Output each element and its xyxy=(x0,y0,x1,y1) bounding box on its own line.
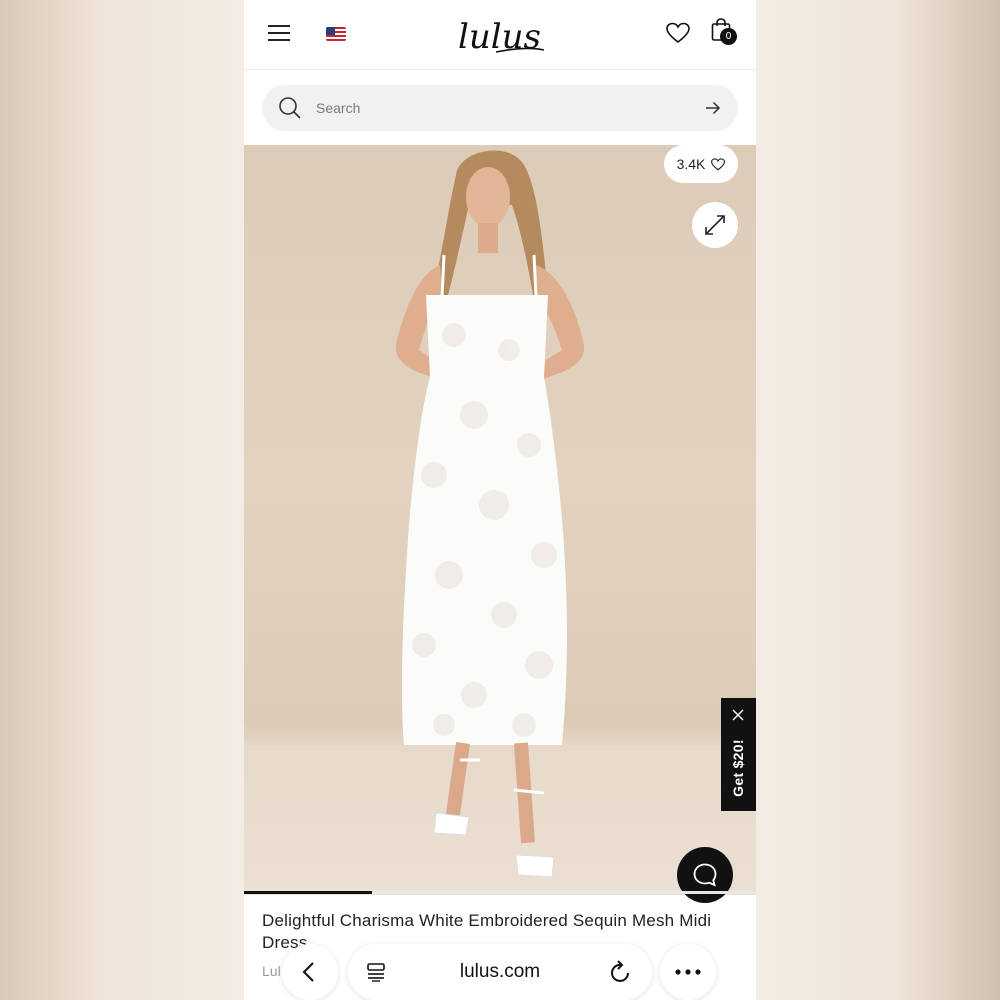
expand-icon xyxy=(705,215,725,235)
address-bar[interactable]: lulus.com xyxy=(348,944,652,1000)
lulus-logo[interactable]: lulus xyxy=(456,12,546,57)
cart-count-badge: 0 xyxy=(720,28,737,45)
menu-icon[interactable] xyxy=(268,25,290,41)
site-header: lulus 0 xyxy=(244,0,756,70)
mobile-browser-viewport: lulus 0 Search 3.4K Get $20! Delightful … xyxy=(244,0,756,1000)
heart-icon[interactable] xyxy=(666,22,690,49)
reload-icon[interactable] xyxy=(610,960,632,984)
product-image[interactable]: 3.4K xyxy=(244,145,756,895)
back-icon xyxy=(302,962,314,982)
heart-icon xyxy=(711,157,726,170)
url-text: lulus.com xyxy=(459,961,541,982)
arrow-right-icon[interactable] xyxy=(705,101,721,115)
us-flag-icon[interactable] xyxy=(326,27,346,41)
logo-text: lulus xyxy=(458,17,541,56)
close-icon[interactable] xyxy=(732,709,744,721)
gallery-progress-fill xyxy=(244,891,372,894)
search-input[interactable] xyxy=(316,85,676,131)
likes-count: 3.4K xyxy=(676,156,706,172)
promo-label: Get $20! xyxy=(730,739,746,797)
back-button[interactable] xyxy=(282,944,338,1000)
gallery-progress xyxy=(244,891,756,894)
promo-tab[interactable]: Get $20! xyxy=(721,698,756,811)
likes-button[interactable]: 3.4K xyxy=(664,145,738,183)
expand-image-button[interactable] xyxy=(692,202,738,248)
more-options-button[interactable] xyxy=(660,944,716,1000)
more-icon xyxy=(675,969,701,975)
search-bar[interactable] xyxy=(262,85,738,131)
model-photo xyxy=(395,150,585,878)
product-brand: Lul xyxy=(262,963,281,979)
chat-button[interactable] xyxy=(677,847,733,903)
chat-icon xyxy=(693,863,717,887)
search-icon xyxy=(279,97,301,119)
